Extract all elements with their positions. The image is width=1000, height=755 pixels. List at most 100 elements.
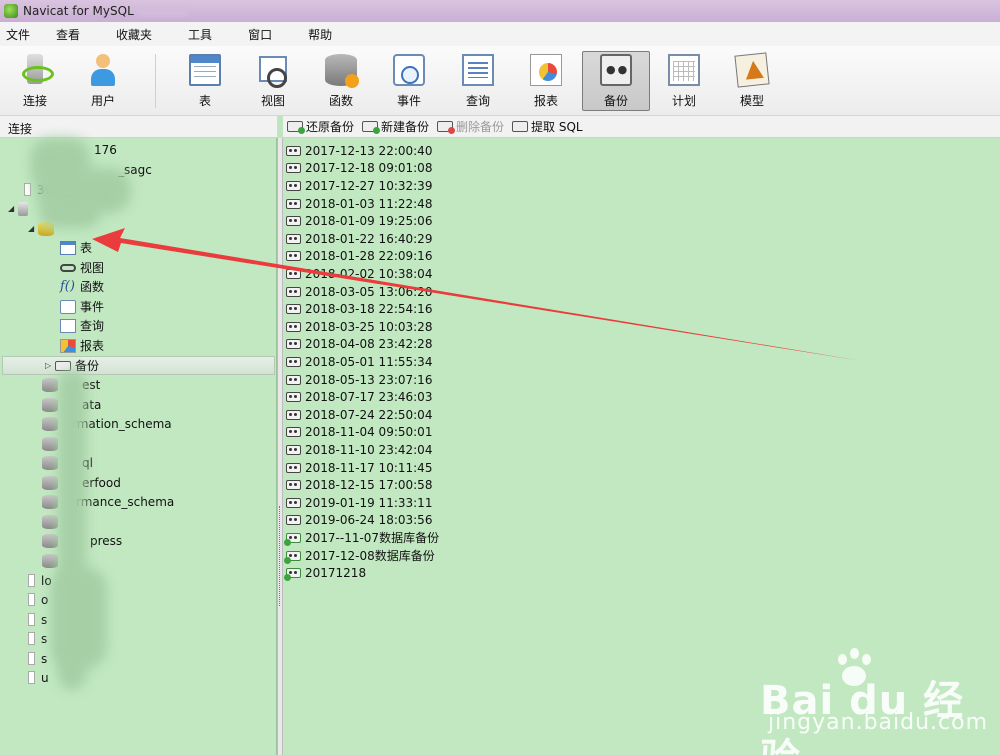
backup-file-item[interactable]: 2018-11-10 23:42:04 [286,441,432,459]
backup-file-label: 2018-02-02 10:38:04 [305,266,433,281]
backup-file-item[interactable]: 2018-05-13 23:07:16 [286,371,432,389]
menu-help[interactable]: 帮助 [308,26,332,43]
tree-connection[interactable]: u [28,668,49,687]
extract-sql-button[interactable]: 提取 SQL [512,118,583,135]
query-button[interactable]: 查询 [447,52,509,110]
schedule-button[interactable]: 计划 [653,52,715,110]
backup-file-icon [286,497,301,508]
backup-file-item[interactable]: 2018-12-15 17:00:58 [286,476,432,494]
backup-file-icon [286,180,301,191]
view-button[interactable]: 视图 [242,52,304,110]
backup-file-label: 2018-01-28 22:09:16 [305,249,433,264]
backup-file-item[interactable]: 2018-07-24 22:50:04 [286,406,432,424]
tree-item-query[interactable]: 查询 [60,316,104,335]
backup-label: 备份 [603,94,628,108]
object-toolbar: 还原备份 新建备份 删除备份 提取 SQL [283,116,1000,138]
backup-file-icon [286,216,301,227]
database-icon [42,455,58,470]
backup-file-item[interactable]: 2018-11-04 09:50:01 [286,424,432,442]
backup-file-icon [286,480,301,491]
schedule-label: 计划 [671,94,696,108]
menu-file[interactable]: 文件 [6,26,30,43]
delete-backup-label: 删除备份 [456,120,505,134]
tree-item-event[interactable]: 事件 [60,297,104,316]
menu-window[interactable]: 窗口 [248,26,272,43]
backup-file-label: 2018-01-22 16:40:29 [305,231,433,246]
backup-file-item[interactable]: 2017-12-18 09:01:08 [286,160,432,178]
event-label: 事件 [396,94,421,108]
tree-connection[interactable]: s [28,610,47,629]
backup-file-item[interactable]: 20171218 [284,564,366,582]
view-icon [257,54,289,88]
tree-item-backup[interactable]: ▷ 备份 [2,356,275,375]
tree-connection-open[interactable]: ◢ [8,199,32,218]
restore-backup-button[interactable]: 还原备份 [287,118,354,135]
backup-file-item[interactable]: 2017-12-13 22:00:40 [286,142,432,160]
backup-file-label: 2018-03-18 22:54:16 [305,302,433,317]
backup-button[interactable]: 备份 [582,51,650,111]
backup-file-label: 2017-12-08数据库备份 [305,549,435,564]
event-button[interactable]: 事件 [378,52,440,110]
report-button[interactable]: 报表 [515,52,577,110]
tree-label: s [41,612,48,627]
backup-file-item[interactable]: 2019-01-19 11:33:11 [286,494,432,512]
tree-connection[interactable]: s [28,629,47,648]
backup-file-item[interactable]: 2018-05-01 11:55:34 [286,353,432,371]
backup-file-item[interactable]: 2018-11-17 10:11:45 [286,459,432,477]
tree-item-table[interactable]: 表 [60,238,92,257]
tree-connection[interactable]: o [28,590,48,609]
backup-file-item[interactable]: 2018-01-09 19:25:06 [286,212,432,230]
delete-backup-button[interactable]: 删除备份 [437,118,504,135]
backup-file-item[interactable]: 2019-06-24 18:03:56 [286,512,432,530]
backup-file-label: 2018-07-17 23:46:03 [305,390,433,405]
report-icon [60,338,76,353]
backup-file-item[interactable]: 2017-12-08数据库备份 [284,547,435,565]
backup-file-item[interactable]: 2018-01-22 16:40:29 [286,230,432,248]
splitter-grip[interactable] [279,506,281,606]
backup-file-icon [286,198,301,209]
function-button[interactable]: 函数 [310,52,372,110]
backup-file-label: 2018-11-04 09:50:01 [305,425,433,440]
extract-sql-label: 提取 SQL [531,120,583,134]
menu-favorites[interactable]: 收藏夹 [116,26,152,43]
backup-file-label: 2018-05-13 23:07:16 [305,372,433,387]
backup-file-icon [286,444,301,455]
table-button[interactable]: 表 [174,52,236,110]
tree-item-view[interactable]: 视图 [60,258,104,277]
backup-file-icon [284,532,301,546]
model-button[interactable]: 模型 [721,52,783,110]
privacy-blur [40,198,100,228]
expand-arrow-icon: ◢ [8,204,15,213]
backup-file-label: 2017-12-27 10:32:39 [305,178,433,193]
backup-file-item[interactable]: 2017--11-07数据库备份 [284,529,439,547]
backup-file-item[interactable]: 2018-01-03 11:22:48 [286,195,432,213]
backup-file-icon [284,568,301,582]
backup-file-label: 2018-01-03 11:22:48 [305,196,433,211]
backup-file-label: 2018-05-01 11:55:34 [305,354,433,369]
tree-item-report[interactable]: 报表 [60,336,104,355]
menu-view[interactable]: 查看 [56,26,80,43]
new-backup-button[interactable]: 新建备份 [362,118,429,135]
tree-connection[interactable]: s [28,649,47,668]
connection-button[interactable]: 连接 [4,52,66,110]
backup-file-item[interactable]: 2018-02-02 10:38:04 [286,265,432,283]
file-icon [28,652,35,665]
backup-file-icon [286,356,301,367]
new-backup-label: 新建备份 [381,120,430,134]
backup-file-item[interactable]: 2018-03-25 10:03:28 [286,318,432,336]
user-button[interactable]: 用户 [72,52,134,110]
backup-file-item[interactable]: 2018-03-05 13:06:20 [286,283,432,301]
backup-file-item[interactable]: 2018-04-08 23:42:28 [286,336,432,354]
tree-connection[interactable]: lo [28,571,52,590]
query-label: 查询 [465,94,490,108]
menu-tools[interactable]: 工具 [188,26,212,43]
backup-file-item[interactable]: 2017-12-27 10:32:39 [286,177,432,195]
main-toolbar: 连接 用户 表 视图 函数 事件 查询 报表 备份 计划 模型 [0,46,1000,116]
query-icon [462,54,494,86]
backup-file-item[interactable]: 2018-07-17 23:46:03 [286,388,432,406]
model-label: 模型 [739,94,764,108]
tree-label: 报表 [80,339,105,353]
backup-file-item[interactable]: 2018-03-18 22:54:16 [286,300,432,318]
backup-file-item[interactable]: 2018-01-28 22:09:16 [286,248,432,266]
tree-item-function[interactable]: f() 函数 [60,277,104,296]
